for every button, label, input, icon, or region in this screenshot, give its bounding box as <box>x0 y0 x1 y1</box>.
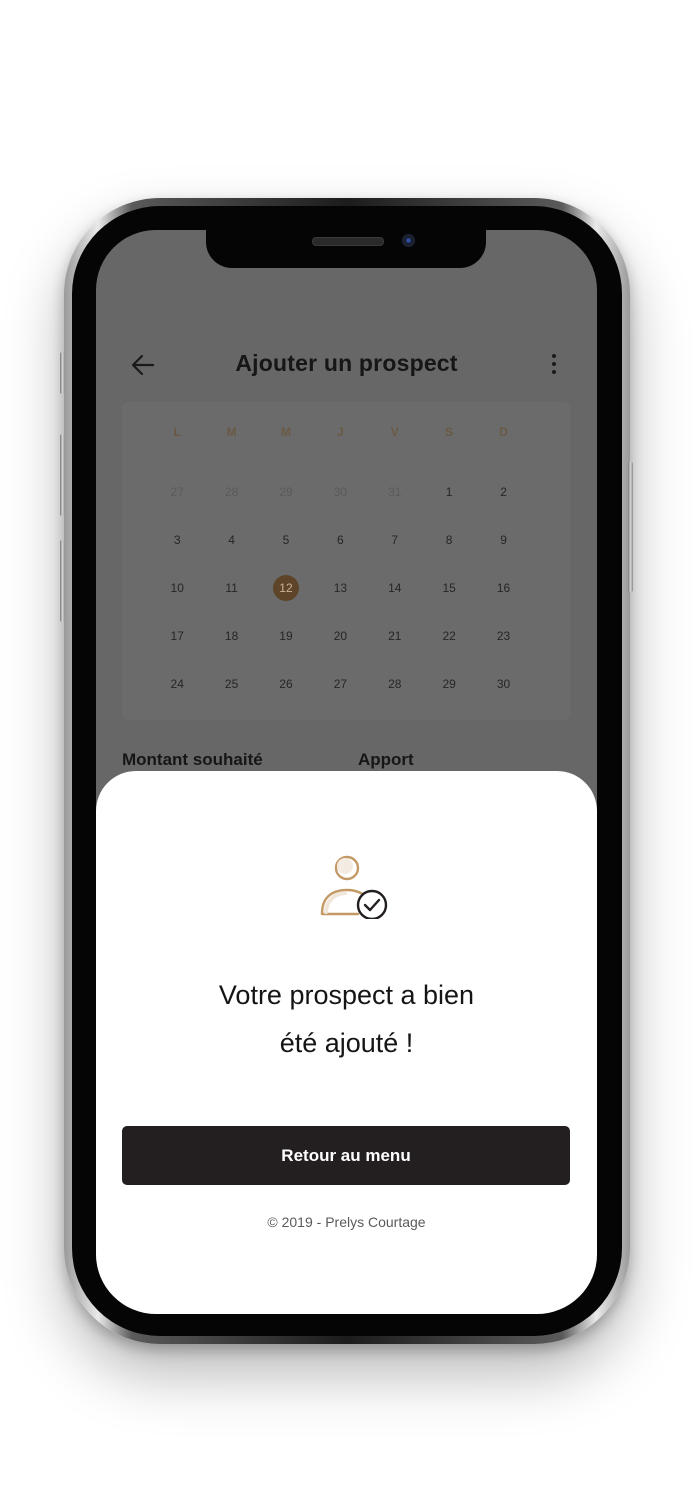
phone-screen: Ajouter un prospect L M M J V S D 27 28 … <box>96 230 597 1314</box>
calendar-weekday-row: L M M J V S D <box>150 420 531 444</box>
selected-day-label: 12 <box>272 575 299 601</box>
calendar-day-selected[interactable]: 12 <box>259 575 313 601</box>
success-message-line-2: été ajouté ! <box>279 1028 414 1058</box>
calendar-day[interactable]: 14 <box>368 581 422 595</box>
calendar-day[interactable]: 11 <box>204 581 258 595</box>
calendar-day[interactable]: 4 <box>204 533 258 547</box>
calendar-week-row: 10 11 12 13 14 15 16 <box>150 564 531 612</box>
calendar-day[interactable]: 30 <box>476 677 530 691</box>
calendar-day[interactable]: 25 <box>204 677 258 691</box>
weekday-label: M <box>226 425 237 439</box>
calendar-week-row: 24 25 26 27 28 29 30 <box>150 660 531 708</box>
more-vertical-icon[interactable] <box>547 350 561 380</box>
calendar-day[interactable]: 24 <box>150 677 204 691</box>
weekday-label: J <box>337 425 344 439</box>
calendar-day[interactable]: 31 <box>368 485 422 499</box>
mute-switch <box>60 352 65 394</box>
calendar-day[interactable]: 7 <box>368 533 422 547</box>
calendar-day[interactable]: 26 <box>259 677 313 691</box>
calendar-day[interactable]: 30 <box>313 485 367 499</box>
calendar-week-row: 3 4 5 6 7 8 9 <box>150 516 531 564</box>
success-message: Votre prospect a bien été ajouté ! <box>136 971 557 1067</box>
weekday-label: S <box>445 425 454 439</box>
calendar-day[interactable]: 28 <box>368 677 422 691</box>
calendar-day[interactable]: 5 <box>259 533 313 547</box>
calendar-week-row: 27 28 29 30 31 1 2 <box>150 468 531 516</box>
calendar-day[interactable]: 29 <box>259 485 313 499</box>
confirmation-sheet: Votre prospect a bien été ajouté ! Retou… <box>96 771 597 1314</box>
calendar-grid: L M M J V S D 27 28 29 30 31 1 2 3 4 5 6… <box>150 420 531 708</box>
calendar-day[interactable]: 23 <box>476 629 530 643</box>
power-button <box>628 462 633 592</box>
calendar-day[interactable]: 3 <box>150 533 204 547</box>
calendar-day[interactable]: 27 <box>150 485 204 499</box>
back-to-menu-button[interactable]: Retour au menu <box>122 1126 570 1185</box>
weekday-label: M <box>280 425 291 439</box>
weekday-label: D <box>499 425 508 439</box>
calendar-day[interactable]: 9 <box>476 533 530 547</box>
volume-down-button <box>60 540 65 622</box>
volume-up-button <box>60 434 65 516</box>
calendar-day[interactable]: 29 <box>422 677 476 691</box>
copyright-footer: © 2019 - Prelys Courtage <box>267 1214 426 1230</box>
front-camera <box>402 234 415 247</box>
calendar-day[interactable]: 15 <box>422 581 476 595</box>
header-bar: Ajouter un prospect <box>96 340 597 390</box>
weekday-label: L <box>173 425 181 439</box>
calendar: L M M J V S D 27 28 29 30 31 1 2 3 4 5 6… <box>122 402 570 720</box>
calendar-day[interactable]: 1 <box>422 485 476 499</box>
calendar-day[interactable]: 13 <box>313 581 367 595</box>
calendar-day[interactable]: 16 <box>476 581 530 595</box>
calendar-day[interactable]: 18 <box>204 629 258 643</box>
success-message-line-1: Votre prospect a bien <box>218 980 475 1010</box>
weekday-label: V <box>390 425 399 439</box>
calendar-day[interactable]: 10 <box>150 581 204 595</box>
notch <box>206 230 486 268</box>
calendar-day[interactable]: 22 <box>422 629 476 643</box>
calendar-day[interactable]: 28 <box>204 485 258 499</box>
calendar-day[interactable]: 19 <box>259 629 313 643</box>
user-check-icon <box>318 853 388 921</box>
calendar-day[interactable]: 21 <box>368 629 422 643</box>
calendar-day[interactable]: 6 <box>313 533 367 547</box>
calendar-day[interactable]: 2 <box>476 485 530 499</box>
calendar-day[interactable]: 20 <box>313 629 367 643</box>
page-title: Ajouter un prospect <box>235 350 458 376</box>
calendar-day[interactable]: 8 <box>422 533 476 547</box>
speaker-grille <box>312 237 384 246</box>
calendar-day[interactable]: 17 <box>150 629 204 643</box>
calendar-week-row: 17 18 19 20 21 22 23 <box>150 612 531 660</box>
amount-label: Montant souhaité <box>122 750 263 769</box>
calendar-day[interactable]: 27 <box>313 677 367 691</box>
contribution-label: Apport <box>358 750 414 769</box>
